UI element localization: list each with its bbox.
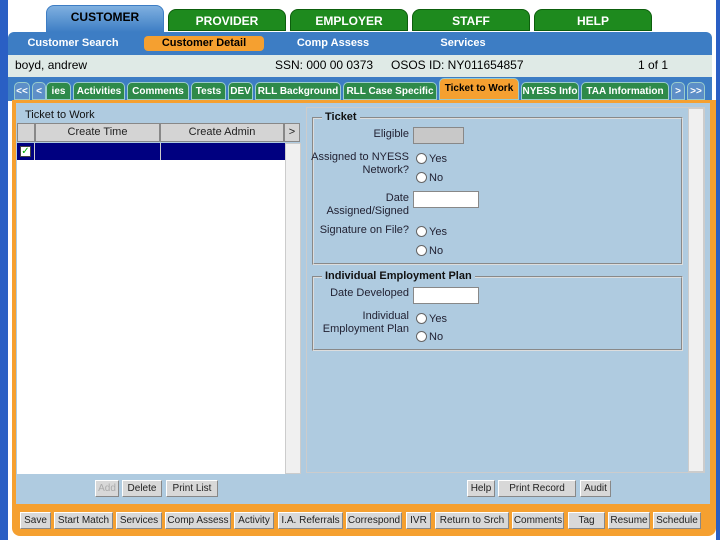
section-tab-strip: << < ies Activities Comments Tests DEV R…	[8, 77, 712, 101]
signature-yes-radio[interactable]: Yes	[416, 226, 447, 238]
correspond-button[interactable]: Correspond	[346, 512, 402, 529]
return-to-search-button[interactable]: Return to Srch	[435, 512, 509, 529]
tab-last[interactable]: >>	[687, 82, 705, 100]
form-scrollbar[interactable]	[688, 108, 704, 472]
help-button[interactable]: Help	[467, 480, 495, 497]
customer-info-bar: boyd, andrew SSN: 000 00 0373 OSOS ID: N…	[8, 55, 712, 77]
top-tab-customer[interactable]: CUSTOMER	[46, 5, 164, 33]
comp-assess-button[interactable]: Comp Assess	[165, 512, 231, 529]
top-tab-help[interactable]: HELP	[534, 9, 652, 31]
signature-label: Signature on File?	[319, 224, 409, 236]
ticket-legend: Ticket	[322, 111, 360, 123]
signature-no-radio[interactable]: No	[416, 245, 443, 257]
tab-comments[interactable]: Comments	[127, 82, 189, 100]
top-tab-provider[interactable]: PROVIDER	[168, 9, 286, 31]
tab-prev[interactable]: <	[32, 82, 46, 100]
list-scrollbar[interactable]	[285, 143, 301, 474]
print-record-button[interactable]: Print Record	[498, 480, 576, 497]
row-checkbox[interactable]: ✓	[20, 146, 31, 157]
start-match-button[interactable]: Start Match	[54, 512, 113, 529]
assigned-no-radio[interactable]: No	[416, 172, 443, 184]
tab-next[interactable]: >	[671, 82, 685, 100]
date-assigned-label: Date Assigned/Signed	[326, 192, 409, 217]
tab-nyess-info[interactable]: NYESS Info	[521, 82, 579, 100]
iep-label: Individual Employment Plan	[322, 310, 409, 335]
tab-taa-information[interactable]: TAA Information	[581, 82, 669, 100]
tab-rll-background[interactable]: RLL Background	[255, 82, 341, 100]
record-counter: 1 of 1	[638, 58, 669, 72]
customer-ssn: SSN: 000 00 0373	[275, 58, 374, 72]
eligible-field	[413, 127, 464, 144]
window-frame-right	[716, 0, 720, 540]
tab-first[interactable]: <<	[14, 82, 30, 100]
more-columns-button[interactable]: >	[284, 123, 300, 142]
tab-activities[interactable]: Activities	[73, 82, 125, 100]
services-button[interactable]: Services	[116, 512, 162, 529]
delete-button[interactable]: Delete	[122, 480, 162, 497]
schedule-button[interactable]: Schedule	[653, 512, 701, 529]
date-developed-input[interactable]	[413, 287, 479, 304]
tag-button[interactable]: Tag	[568, 512, 605, 529]
customer-osos-id: OSOS ID: NY011654857	[391, 58, 524, 72]
iep-yes-radio[interactable]: Yes	[416, 313, 447, 325]
column-create-admin[interactable]: Create Admin	[160, 123, 284, 142]
subnav-customer-search[interactable]: Customer Search	[18, 36, 128, 51]
date-developed-label: Date Developed	[330, 287, 409, 299]
subnav-customer-detail[interactable]: Customer Detail	[144, 36, 264, 51]
ticket-list	[17, 143, 285, 474]
column-create-time[interactable]: Create Time	[35, 123, 160, 142]
subnav-services[interactable]: Services	[428, 36, 498, 51]
top-tab-staff[interactable]: STAFF	[412, 9, 530, 31]
select-column-header	[17, 123, 35, 142]
subnav-comp-assess[interactable]: Comp Assess	[288, 36, 378, 51]
save-button[interactable]: Save	[20, 512, 51, 529]
tab-tests[interactable]: Tests	[191, 82, 226, 100]
assigned-yes-radio[interactable]: Yes	[416, 153, 447, 165]
iep-legend: Individual Employment Plan	[322, 270, 475, 282]
tab-rll-case-specific[interactable]: RLL Case Specific	[343, 82, 437, 100]
window-frame-left	[0, 0, 8, 540]
date-assigned-input[interactable]	[413, 191, 479, 208]
comments-button[interactable]: Comments	[512, 512, 564, 529]
iep-no-radio[interactable]: No	[416, 331, 443, 343]
audit-button[interactable]: Audit	[580, 480, 611, 497]
tab-dev[interactable]: DEV	[228, 82, 253, 100]
top-tab-employer[interactable]: EMPLOYER	[290, 9, 408, 31]
tab-ies[interactable]: ies	[46, 82, 71, 100]
add-button[interactable]: Add	[95, 480, 119, 497]
table-row[interactable]: ✓	[17, 143, 285, 160]
ivr-button[interactable]: IVR	[406, 512, 431, 529]
resume-button[interactable]: Resume	[608, 512, 650, 529]
print-list-button[interactable]: Print List	[166, 480, 218, 497]
customer-name: boyd, andrew	[15, 58, 88, 72]
list-title: Ticket to Work	[25, 109, 95, 121]
ia-referrals-button[interactable]: I.A. Referrals	[278, 512, 343, 529]
assigned-label: Assigned to NYESS Network?	[311, 151, 409, 176]
activity-button[interactable]: Activity	[234, 512, 274, 529]
eligible-label: Eligible	[373, 128, 409, 140]
sub-navigation: Customer Search Customer Detail Comp Ass…	[8, 32, 712, 55]
tab-ticket-to-work[interactable]: Ticket to Work	[439, 78, 519, 100]
